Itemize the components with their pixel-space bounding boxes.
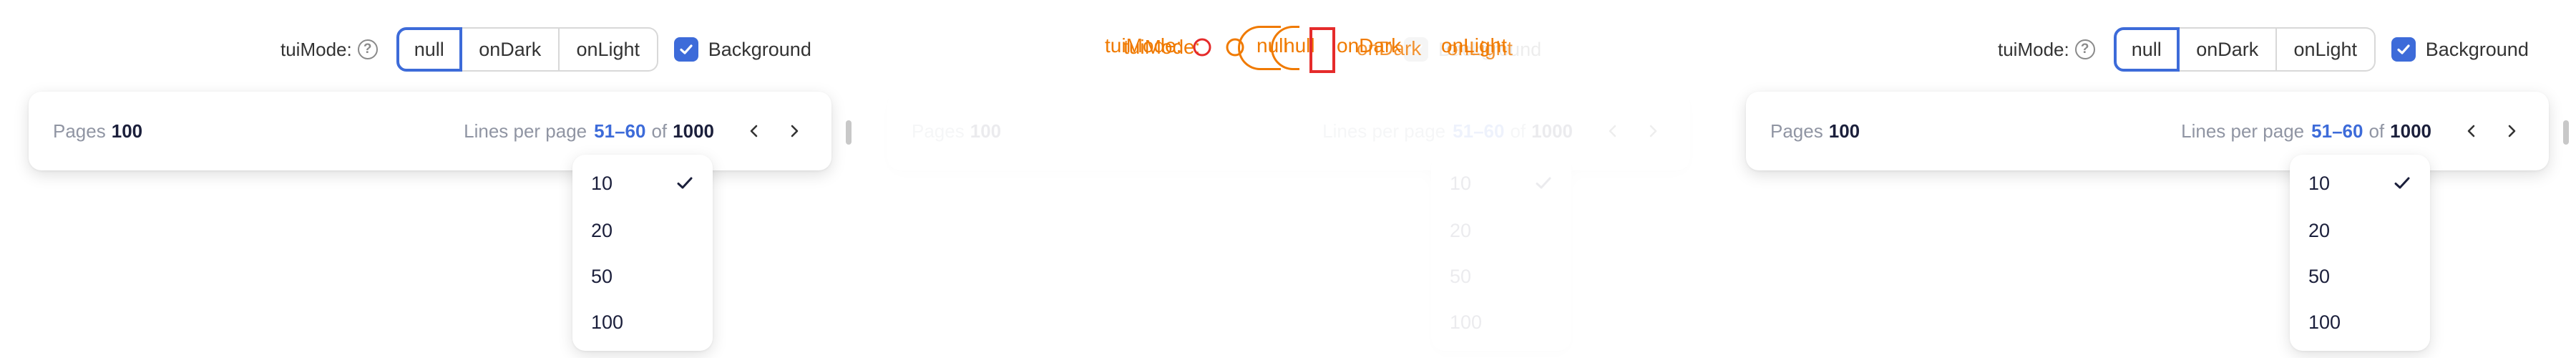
range-selector: 51–60 — [1453, 120, 1505, 142]
overlay-help-icon — [1193, 38, 1211, 57]
pages-count: 100 — [1828, 120, 1860, 142]
dropdown-option: 100 — [1450, 302, 1564, 342]
background-label: Background — [2425, 38, 2529, 60]
option-label: 50 — [591, 265, 613, 287]
dropdown-option: 10 — [1450, 163, 1564, 203]
option-label: 100 — [591, 311, 624, 333]
option-label: 100 — [1450, 311, 1483, 333]
help-icon[interactable]: ? — [357, 39, 378, 59]
of-label: of — [2368, 120, 2385, 142]
background-label: Background — [708, 38, 811, 60]
pages-count: 100 — [111, 120, 143, 142]
option-label: 50 — [1450, 265, 1472, 287]
demo-panel-right: tuiMode: ? null onDark onLight Backgroun… — [1717, 0, 2576, 358]
overlay-box — [1309, 27, 1335, 73]
total-count: 1000 — [673, 120, 714, 142]
range-selector[interactable]: 51–60 — [594, 120, 645, 142]
lines-per-page-label: Lines per page — [2181, 120, 2305, 142]
checkmark-icon — [680, 44, 693, 54]
total-count: 1000 — [2390, 120, 2431, 142]
lines-per-page-label: Lines per page — [1322, 120, 1446, 142]
option-label: 10 — [2308, 172, 2331, 194]
option-label: 20 — [2308, 219, 2331, 241]
option-label: 10 — [591, 172, 613, 194]
next-page-button[interactable] — [2496, 115, 2527, 147]
chevron-right-icon — [1649, 125, 1657, 137]
pages-info: Pages 100 — [53, 92, 142, 170]
chevron-left-icon — [1609, 125, 1616, 137]
option-label: 100 — [2308, 311, 2341, 333]
pages-info: Pages 100 — [1770, 92, 1860, 170]
pagination-card: Pages 100 Lines per page 51–60 of 1000 — [887, 92, 1690, 170]
option-label: 20 — [591, 219, 613, 241]
mode-bar: tuiMode: ? null onDark onLight Backgroun… — [280, 27, 811, 72]
mode-null-button[interactable]: null — [396, 27, 462, 72]
of-label: of — [651, 120, 668, 142]
background-checkbox[interactable] — [673, 37, 698, 62]
chevron-right-icon — [2508, 125, 2516, 137]
option-label: 50 — [2308, 265, 2331, 287]
background-checkbox[interactable] — [2391, 37, 2416, 62]
checkmark-icon — [2394, 177, 2410, 189]
mode-null-button[interactable]: null — [2113, 27, 2180, 72]
dropdown-option[interactable]: 50 — [591, 256, 706, 296]
mode-onlight-button[interactable]: onLight — [2276, 27, 2376, 72]
dropdown-option: 50 — [1450, 256, 1564, 296]
mode-onlight-button[interactable]: onLight — [559, 27, 658, 72]
mode-label: tuiMode: — [280, 38, 352, 60]
checkmark-icon — [1536, 177, 1551, 189]
chevron-left-icon — [2467, 125, 2475, 137]
demo-panel-left: tuiMode: ? null onDark onLight Backgroun… — [0, 0, 859, 358]
pagination-card: Pages 100 Lines per page 51–60 of 1000 — [29, 92, 831, 170]
lines-per-page-label: Lines per page — [464, 120, 587, 142]
prev-page-button[interactable] — [2456, 115, 2487, 147]
overlay-label: onDark — [1357, 37, 1422, 59]
mode-label: tuiMode: — [1998, 38, 2069, 60]
lines-per-page-dropdown: 10 20 50 100 — [1431, 155, 1571, 351]
mode-segmented-control: null onDark onLight — [2113, 27, 2376, 72]
checkmark-icon — [677, 177, 693, 189]
option-label: 20 — [1450, 219, 1472, 241]
next-page-button[interactable] — [779, 115, 810, 147]
scrollbar-thumb[interactable] — [2563, 120, 2569, 145]
prev-page-button[interactable] — [738, 115, 770, 147]
dropdown-option[interactable]: 100 — [2308, 302, 2423, 342]
overlay-label: tuiMode: — [1123, 36, 1201, 58]
lines-per-page-dropdown: 10 20 50 100 — [2290, 155, 2430, 351]
pages-label: Pages — [53, 120, 106, 142]
total-count: 1000 — [1531, 120, 1573, 142]
pagination-card: Pages 100 Lines per page 51–60 of 1000 — [1746, 92, 2549, 170]
checkmark-icon — [2397, 44, 2410, 54]
prev-page-button — [1597, 115, 1629, 147]
option-label: 10 — [1450, 172, 1472, 194]
mode-bar: tuiMode: ? null onDark onLight Backgroun… — [1998, 27, 2529, 72]
dropdown-option[interactable]: 100 — [591, 302, 706, 342]
scrollbar-thumb[interactable] — [846, 120, 852, 145]
dropdown-option[interactable]: 10 — [591, 163, 706, 203]
dropdown-option[interactable]: 20 — [591, 211, 706, 251]
range-selector[interactable]: 51–60 — [2311, 120, 2363, 142]
dropdown-option[interactable]: 10 — [2308, 163, 2423, 203]
mode-ondark-button[interactable]: onDark — [2179, 27, 2277, 72]
dropdown-option: 20 — [1450, 211, 1564, 251]
chevron-right-icon — [791, 125, 799, 137]
help-icon[interactable]: ? — [2074, 39, 2095, 59]
of-label: of — [1510, 120, 1526, 142]
pages-count: 100 — [970, 120, 1002, 142]
dropdown-option[interactable]: 20 — [2308, 211, 2423, 251]
next-page-button — [1637, 115, 1669, 147]
demo-panel-middle: Background Pages 100 Lines per page 51–6… — [859, 0, 1717, 358]
lines-per-page-dropdown: 10 20 50 100 — [572, 155, 713, 351]
chevron-left-icon — [750, 125, 758, 137]
overlay-label: onLight — [1447, 37, 1513, 59]
pages-label: Pages — [1770, 120, 1823, 142]
dropdown-option[interactable]: 50 — [2308, 256, 2423, 296]
pages-info: Pages 100 — [912, 92, 1001, 170]
mode-ondark-button[interactable]: onDark — [462, 27, 560, 72]
mode-segmented-control: null onDark onLight — [396, 27, 658, 72]
pages-label: Pages — [912, 120, 965, 142]
